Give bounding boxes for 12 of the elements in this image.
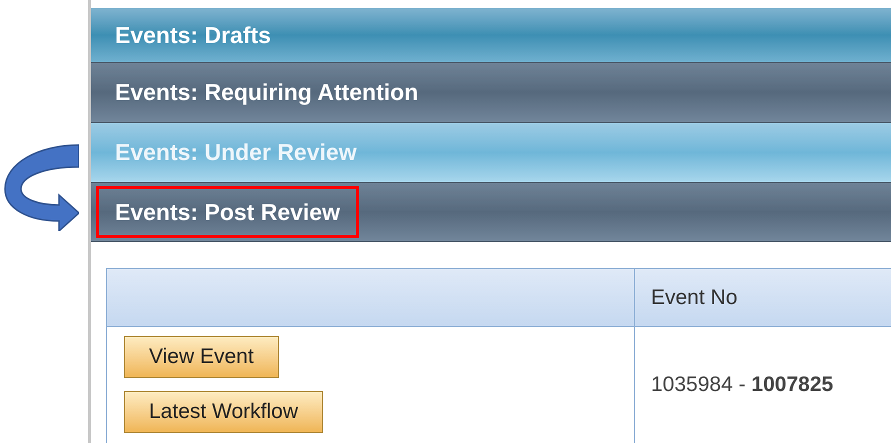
column-header: Event No: [651, 284, 738, 311]
section-title: Events: Under Review: [114, 138, 358, 168]
section-header[interactable]: Events: Drafts: [91, 8, 891, 63]
action-button[interactable]: Latest Workflow: [124, 391, 323, 433]
section-header[interactable]: Events: Requiring Attention: [91, 63, 891, 123]
section-title: Events: Requiring Attention: [114, 78, 420, 108]
section-header[interactable]: Events: Post Review: [91, 183, 891, 242]
curved-arrow-icon: [3, 143, 79, 231]
section-title: Events: Drafts: [114, 20, 272, 50]
action-button[interactable]: View Event: [124, 336, 279, 378]
event-number: 1035984 - 1007825: [651, 373, 834, 396]
section-title: Events: Post Review: [96, 186, 359, 238]
